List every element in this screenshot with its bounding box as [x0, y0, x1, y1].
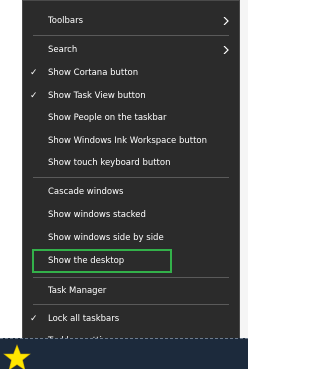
- submenu-arrow-icon: [223, 17, 229, 25]
- background-window-edge: [240, 0, 248, 338]
- menu-item-search[interactable]: Search: [23, 40, 239, 60]
- menu-item-label: Lock all taskbars: [48, 314, 120, 324]
- taskbar-context-menu: Toolbars Search ✓ Show Cortana button ✓ …: [22, 0, 240, 355]
- menu-item-label: Show windows side by side: [48, 233, 164, 243]
- menu-item-label: Show Task View button: [48, 91, 146, 101]
- menu-item-show-windows-ink-workspace[interactable]: Show Windows Ink Workspace button: [23, 131, 239, 151]
- menu-item-label: Search: [48, 45, 78, 55]
- submenu-arrow-icon: [223, 46, 229, 54]
- menu-item-label: Show Cortana button: [48, 68, 139, 78]
- menu-item-label: Task Manager: [48, 286, 107, 296]
- check-icon: ✓: [30, 68, 38, 78]
- check-icon: ✓: [30, 314, 38, 324]
- menu-item-show-people[interactable]: Show People on the taskbar: [23, 108, 239, 128]
- menu-item-label: Cascade windows: [48, 187, 124, 197]
- menu-item-label: Toolbars: [48, 16, 84, 26]
- menu-separator: [33, 177, 229, 178]
- check-icon: ✓: [30, 91, 38, 101]
- menu-item-show-touch-keyboard[interactable]: Show touch keyboard button: [23, 153, 239, 173]
- menu-item-toolbars[interactable]: Toolbars: [23, 11, 239, 31]
- screen: Toolbars Search ✓ Show Cortana button ✓ …: [0, 0, 248, 369]
- menu-item-show-task-view-button[interactable]: ✓ Show Task View button: [23, 86, 239, 106]
- taskbar[interactable]: [0, 338, 248, 369]
- menu-item-lock-all-taskbars[interactable]: ✓ Lock all taskbars: [23, 309, 239, 329]
- menu-item-label: Show Windows Ink Workspace button: [48, 136, 207, 146]
- menu-separator: [33, 35, 229, 36]
- menu-item-task-manager[interactable]: Task Manager: [23, 281, 239, 301]
- menu-item-show-windows-stacked[interactable]: Show windows stacked: [23, 205, 239, 225]
- menu-item-show-windows-side-by-side[interactable]: Show windows side by side: [23, 228, 239, 248]
- highlight-box: [32, 249, 172, 273]
- menu-separator: [33, 277, 229, 278]
- menu-item-show-cortana-button[interactable]: ✓ Show Cortana button: [23, 63, 239, 83]
- menu-item-cascade-windows[interactable]: Cascade windows: [23, 182, 239, 202]
- menu-item-label: Show People on the taskbar: [48, 113, 167, 123]
- menu-item-label: Show touch keyboard button: [48, 158, 171, 168]
- star-icon: [3, 344, 31, 369]
- menu-item-label: Show windows stacked: [48, 210, 146, 220]
- menu-separator: [33, 304, 229, 305]
